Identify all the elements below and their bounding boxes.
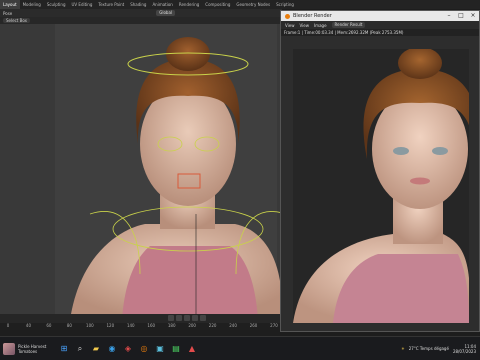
workspace-tabs: Layout Modeling Sculpting UV Editing Texture…: [0, 0, 480, 9]
timeline-tick: 240: [229, 323, 237, 328]
timeline-tick: 40: [25, 323, 31, 328]
play-button[interactable]: [184, 315, 190, 321]
tab-shading[interactable]: Shading: [127, 0, 149, 9]
timeline-tick: 160: [147, 323, 156, 328]
timeline-ruler[interactable]: [0, 323, 282, 330]
weather-temp: 27°C: [408, 346, 419, 351]
render-window-menu: View View Image Render Result: [281, 21, 479, 29]
tab-layout[interactable]: Layout: [0, 0, 20, 9]
render-window-title: Blender Render: [293, 13, 332, 19]
timeline-tick: 60: [46, 323, 52, 328]
news-line2: Tomatoes: [18, 348, 38, 354]
file-explorer-icon[interactable]: ▰: [89, 342, 103, 356]
maximize-icon[interactable]: □: [455, 11, 467, 21]
viewport-header: Pose Global: [0, 9, 282, 17]
timeline-tick: 260: [249, 323, 258, 328]
app-icon-2[interactable]: ▤: [169, 342, 183, 356]
jump-end-button[interactable]: [200, 315, 206, 321]
render-eye-right: [432, 147, 448, 155]
news-text: Pickle Harvest Tomatoes: [18, 344, 46, 354]
blender-taskbar-icon[interactable]: ◎: [137, 342, 151, 356]
render-result-image: [293, 49, 469, 323]
timeline-tick: 120: [106, 323, 115, 328]
render-window: Blender Render – □ × View View Image Render…: [280, 10, 480, 332]
timeline-tick: 80: [66, 323, 72, 328]
render-slot-dropdown[interactable]: Render Result: [331, 22, 366, 28]
weather-desc: Temps dégagé: [419, 346, 449, 351]
tool-header: Select Box: [0, 17, 282, 24]
render-menu-2[interactable]: Image: [314, 23, 327, 28]
render-menu-1[interactable]: View: [300, 23, 310, 28]
timeline-tick: 200: [188, 323, 196, 328]
hair-bun: [166, 37, 210, 71]
clock[interactable]: 11:04 28/07/2023: [453, 344, 476, 354]
timeline-tick: 180: [167, 323, 176, 328]
tab-texture-paint[interactable]: Texture Paint: [95, 0, 127, 9]
weather-text[interactable]: 27°C Temps dégagé: [409, 346, 449, 351]
mail-icon[interactable]: ◈: [121, 342, 135, 356]
browser-icon[interactable]: ◉: [105, 342, 119, 356]
timeline-tick: 100: [86, 323, 94, 328]
windows-start-icon[interactable]: ⊞: [57, 342, 71, 356]
tab-geometry-nodes[interactable]: Geometry Nodes: [233, 0, 273, 9]
system-tray: ☀ 27°C Temps dégagé 11:04 28/07/2023: [401, 344, 480, 354]
render-stats: Frame:1 | Time:00:03.34 | Mem:2692.32M (…: [281, 29, 479, 36]
news-widget[interactable]: Pickle Harvest Tomatoes: [0, 342, 56, 355]
search-icon[interactable]: ⌕: [73, 342, 87, 356]
timeline-tick: 140: [126, 323, 135, 328]
close-icon[interactable]: ×: [467, 11, 479, 21]
tab-sculpting[interactable]: Sculpting: [44, 0, 69, 9]
timeline-tick: 220: [208, 323, 217, 328]
weather-icon: ☀: [401, 346, 405, 351]
3d-viewport[interactable]: [0, 24, 282, 320]
app-icon-3[interactable]: ▲: [185, 342, 199, 356]
minimize-icon[interactable]: –: [443, 11, 455, 21]
taskbar: Pickle Harvest Tomatoes ⊞ ⌕ ▰ ◉ ◈ ◎ ▣ ▤ …: [0, 336, 480, 360]
app-icon[interactable]: ▣: [153, 342, 167, 356]
timeline-tick: 0: [6, 323, 10, 328]
playback-controls: [168, 315, 206, 321]
mode-label[interactable]: Pose: [3, 11, 12, 16]
select-box-tool[interactable]: Select Box: [3, 18, 31, 23]
orientation-dropdown[interactable]: Global: [156, 10, 176, 16]
render-menu-0[interactable]: View: [285, 23, 295, 28]
tab-uv-editing[interactable]: UV Editing: [69, 0, 96, 9]
render-eye-left: [393, 147, 409, 155]
tab-modeling[interactable]: Modeling: [20, 0, 44, 9]
news-line1: Pickle Harvest: [18, 343, 47, 349]
top-clothing: [122, 246, 258, 320]
next-key-button[interactable]: [192, 315, 198, 321]
render-image: [293, 49, 469, 323]
tab-rendering[interactable]: Rendering: [176, 0, 202, 9]
viewport-scene: [55, 24, 282, 320]
tab-animation[interactable]: Animation: [149, 0, 175, 9]
news-thumbnail: [3, 342, 15, 355]
blender-logo-icon: [285, 13, 290, 19]
desktop: Layout Modeling Sculpting UV Editing Texture…: [0, 0, 480, 360]
jump-start-button[interactable]: [168, 315, 174, 321]
tab-scripting[interactable]: Scripting: [273, 0, 297, 9]
prev-key-button[interactable]: [176, 315, 182, 321]
render-window-titlebar: Blender Render – □ ×: [281, 11, 479, 21]
timeline-tick: 270: [270, 323, 278, 328]
timeline[interactable]: 0 40 60 80 100 120 140 160 180 200 220 240 260 270: [0, 314, 282, 330]
clock-date: 28/07/2023: [452, 348, 476, 354]
tab-compositing[interactable]: Compositing: [202, 0, 233, 9]
render-lips: [410, 177, 430, 185]
